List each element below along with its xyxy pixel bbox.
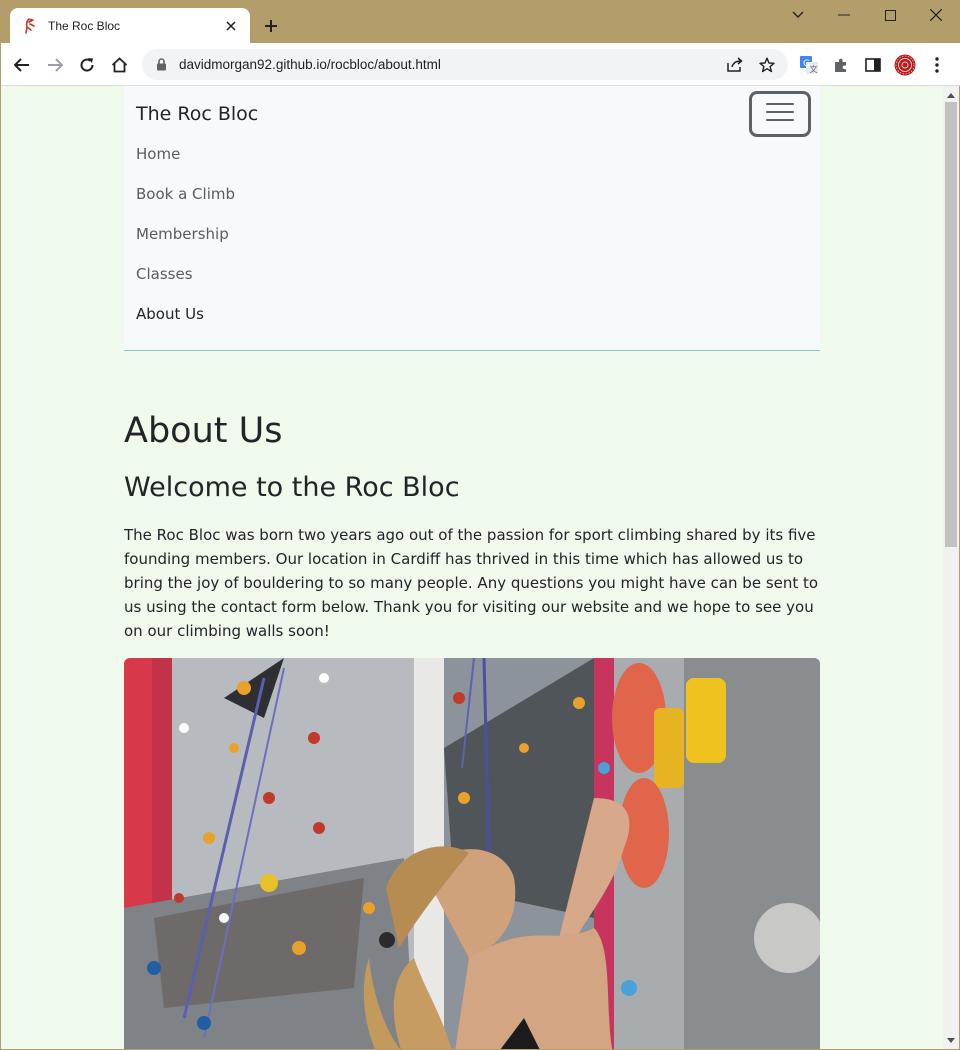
address-bar[interactable]: davidmorgan92.github.io/rocbloc/about.ht… bbox=[142, 49, 788, 80]
nav-link-home[interactable]: Home bbox=[136, 145, 180, 163]
svg-text:文: 文 bbox=[810, 64, 818, 74]
tab-search-icon[interactable] bbox=[775, 0, 821, 30]
window-border-left bbox=[0, 43, 1, 1050]
scroll-up-icon[interactable] bbox=[943, 88, 959, 102]
hamburger-icon bbox=[766, 101, 794, 127]
home-icon[interactable] bbox=[106, 52, 132, 78]
url-text[interactable]: davidmorgan92.github.io/rocbloc/about.ht… bbox=[179, 57, 714, 72]
close-window-icon[interactable] bbox=[913, 0, 959, 30]
climbing-wall-photo bbox=[124, 658, 820, 1049]
site-navbar: The Roc Bloc Home Book a Climb Membershi… bbox=[124, 86, 820, 351]
nav-link-book-a-climb[interactable]: Book a Climb bbox=[136, 185, 235, 203]
scrollbar-thumb[interactable] bbox=[945, 102, 957, 547]
new-tab-button[interactable] bbox=[258, 13, 284, 39]
navbar-brand[interactable]: The Roc Bloc bbox=[136, 103, 258, 125]
side-panel-icon[interactable] bbox=[860, 52, 886, 78]
nav-link-about-us[interactable]: About Us bbox=[136, 305, 204, 323]
maximize-icon[interactable] bbox=[867, 0, 913, 30]
kebab-menu-icon[interactable] bbox=[924, 52, 950, 78]
close-tab-icon[interactable] bbox=[222, 17, 240, 35]
lock-icon[interactable] bbox=[154, 58, 168, 72]
climber-icon bbox=[22, 17, 38, 34]
browser-title-bar: The Roc Bloc bbox=[0, 0, 960, 43]
share-icon[interactable] bbox=[724, 54, 746, 76]
page-title: About Us bbox=[124, 411, 283, 451]
vertical-scrollbar[interactable] bbox=[943, 86, 959, 1049]
reload-icon[interactable] bbox=[74, 52, 100, 78]
browser-tab[interactable]: The Roc Bloc bbox=[10, 8, 250, 43]
avatar-icon[interactable] bbox=[892, 52, 918, 78]
browser-toolbar: davidmorgan92.github.io/rocbloc/about.ht… bbox=[0, 43, 960, 86]
page-subtitle: Welcome to the Roc Bloc bbox=[124, 472, 460, 503]
tab-title: The Roc Bloc bbox=[48, 18, 121, 33]
arrow-right-icon[interactable] bbox=[42, 52, 68, 78]
page-viewport: The Roc Bloc Home Book a Climb Membershi… bbox=[1, 86, 943, 1049]
translate-icon[interactable]: G文 bbox=[796, 52, 822, 78]
nav-link-membership[interactable]: Membership bbox=[136, 225, 229, 243]
navbar-toggler-button[interactable] bbox=[749, 91, 811, 137]
about-paragraph: The Roc Bloc was born two years ago out … bbox=[124, 526, 819, 640]
minimize-icon[interactable] bbox=[821, 0, 867, 30]
star-icon[interactable] bbox=[756, 54, 778, 76]
arrow-left-icon[interactable] bbox=[9, 52, 35, 78]
nav-link-classes[interactable]: Classes bbox=[136, 265, 193, 283]
scroll-down-icon[interactable] bbox=[943, 1033, 959, 1047]
puzzle-icon[interactable] bbox=[828, 52, 854, 78]
